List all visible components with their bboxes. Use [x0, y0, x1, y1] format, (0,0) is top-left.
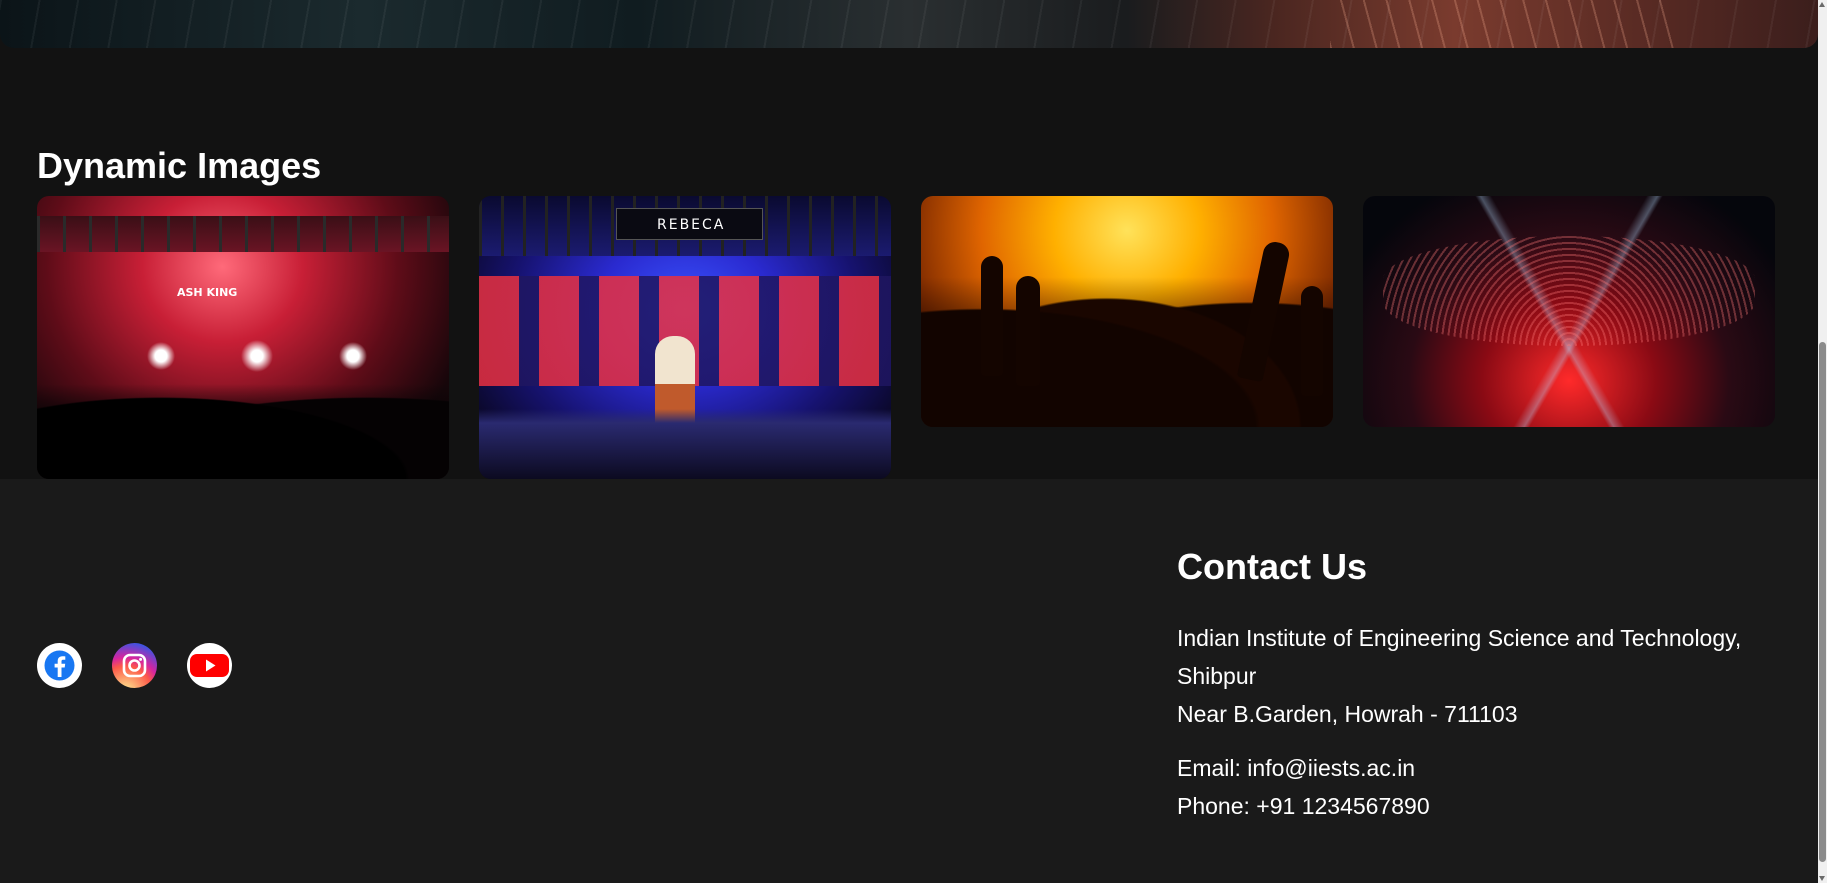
- section-title: Dynamic Images: [37, 145, 322, 186]
- image-overlay-text: ASH KING: [177, 286, 238, 299]
- image-overlay-text: REBECA: [657, 217, 726, 233]
- concert-image-2[interactable]: REBECA: [479, 196, 891, 479]
- stage-truss: [37, 216, 449, 252]
- stage-floor: [479, 409, 891, 479]
- contact-email[interactable]: Email: info@iiests.ac.in: [1177, 749, 1797, 787]
- raised-hand: [981, 256, 1003, 376]
- contact-phone[interactable]: Phone: +91 1234567890: [1177, 787, 1797, 825]
- scroll-down-arrow-icon[interactable]: [1819, 876, 1825, 881]
- footer: Contact Us Indian Institute of Engineeri…: [0, 479, 1818, 883]
- concert-image-3[interactable]: [921, 196, 1333, 427]
- scrollbar-thumb[interactable]: [1819, 342, 1826, 862]
- contact-title: Contact Us: [1177, 546, 1368, 587]
- address-line-3: Near B.Garden, Howrah - 711103: [1177, 701, 1518, 727]
- instagram-icon: [122, 653, 147, 678]
- youtube-icon: [190, 654, 229, 677]
- concert-image-4[interactable]: [1363, 196, 1775, 427]
- hero-banner-bottom: [0, 0, 1818, 48]
- vertical-scrollbar[interactable]: [1818, 0, 1827, 883]
- instagram-link[interactable]: [112, 643, 157, 688]
- facebook-link[interactable]: [37, 643, 82, 688]
- raised-hand: [1301, 286, 1323, 396]
- stage-sign: REBECA: [616, 208, 763, 240]
- address-line-2: Shibpur: [1177, 663, 1257, 689]
- raised-hand: [1016, 276, 1040, 386]
- dynamic-images-section: Dynamic Images ASH KING REBECA: [37, 144, 1777, 479]
- social-links: [37, 643, 232, 688]
- address-line-1: Indian Institute of Engineering Science …: [1177, 625, 1742, 651]
- facebook-icon: [44, 650, 75, 681]
- contact-section: Contact Us Indian Institute of Engineeri…: [1177, 545, 1797, 825]
- concert-image-1[interactable]: ASH KING: [37, 196, 449, 479]
- crowd: [37, 384, 449, 479]
- page: Dynamic Images ASH KING REBECA Contact U…: [0, 0, 1827, 883]
- youtube-link[interactable]: [187, 643, 232, 688]
- scroll-up-arrow-icon[interactable]: [1819, 2, 1825, 7]
- arena-crowd: [1383, 236, 1755, 346]
- stage-lights: [137, 336, 377, 376]
